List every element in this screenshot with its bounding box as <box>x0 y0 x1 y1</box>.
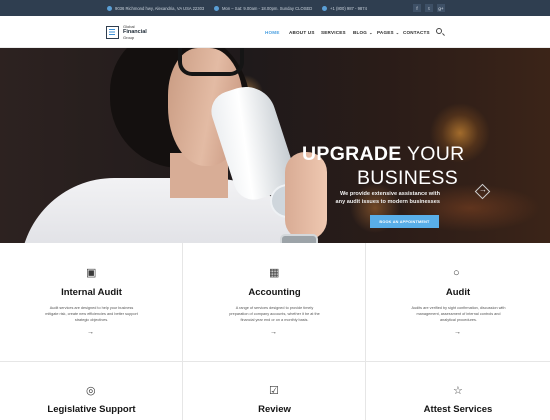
star-icon: ☆ <box>453 385 463 397</box>
service-card-review[interactable]: ☑ Review <box>183 362 366 420</box>
top-info-bar: 9036 Richmond hwy, Alexandria, VA USA 22… <box>0 0 550 16</box>
hero-photo-glasses <box>178 48 244 76</box>
nav-home[interactable]: HOME <box>265 16 280 48</box>
service-title: Audit <box>445 287 471 298</box>
location-pin-icon <box>107 5 112 11</box>
services-grid: ▣ Internal Audit Audit services are desi… <box>0 243 550 420</box>
search-icon[interactable] <box>436 28 442 34</box>
chevron-down-icon: ⌄ <box>369 29 373 35</box>
service-arrow-icon[interactable]: → <box>454 329 461 336</box>
slider-next-arrow-icon[interactable]: → <box>479 185 487 194</box>
facebook-icon[interactable]: f <box>413 4 421 12</box>
hours-item: Mon – Sat: 9.00am - 18.00pm. Sunday CLOS… <box>214 0 312 16</box>
service-card-internal-audit[interactable]: ▣ Internal Audit Audit services are desi… <box>0 243 183 362</box>
service-title: Accounting <box>248 287 301 298</box>
service-title: Legislative Support <box>47 404 136 415</box>
service-title: Review <box>258 404 291 415</box>
clipboard-check-icon: ☑ <box>269 385 279 397</box>
hero-title-line-2: BUSINESS <box>357 167 459 189</box>
google-plus-icon[interactable]: g+ <box>437 4 445 12</box>
service-description: Audits are verified by sight confirmatio… <box>411 306 506 322</box>
nav-pages-label: PAGES <box>377 29 394 35</box>
service-arrow-icon[interactable]: → <box>270 329 277 336</box>
service-title: Internal Audit <box>61 287 122 298</box>
service-arrow-icon[interactable]: → <box>87 329 94 336</box>
nav-pages[interactable]: PAGES ⌄ <box>377 16 399 48</box>
main-navbar: Global Financial Group HOME ABOUT US SER… <box>0 16 550 48</box>
service-card-legislative-support[interactable]: ◎ Legislative Support <box>0 362 183 420</box>
phone-icon <box>322 5 327 11</box>
nav-about-us[interactable]: ABOUT US <box>289 16 315 48</box>
logo-line-3: Group <box>123 35 135 40</box>
hero-title-light: YOUR <box>401 143 465 165</box>
phone-item[interactable]: +1 (800) 987 - 9874 <box>322 0 367 16</box>
service-card-audit[interactable]: ○ Audit Audits are verified by sight con… <box>366 243 550 362</box>
calculator-icon: ▦ <box>269 267 280 279</box>
magnifier-icon: ○ <box>453 267 460 279</box>
service-title: Attest Services <box>423 404 493 415</box>
address-item: 9036 Richmond hwy, Alexandria, VA USA 22… <box>107 0 204 16</box>
nav-blog-label: BLOG <box>353 29 368 35</box>
hero-subtitle: We provide extensive assistance with any… <box>335 191 440 205</box>
hero-photo-watch <box>280 234 318 243</box>
service-card-accounting[interactable]: ▦ Accounting A range of services designe… <box>183 243 366 362</box>
lifebuoy-icon: ◎ <box>86 385 96 397</box>
chevron-down-icon: ⌄ <box>395 29 400 35</box>
briefcase-icon: ▣ <box>86 267 97 279</box>
hero-title-line-1: UPGRADE YOUR <box>302 143 465 166</box>
logo-mark-icon <box>106 25 119 39</box>
nav-contacts[interactable]: CONTACTS <box>403 16 430 48</box>
book-appointment-button[interactable]: BOOK AN APPOINTMENT <box>370 215 439 228</box>
hours-text: Mon – Sat: 9.00am - 18.00pm. Sunday CLOS… <box>222 5 313 11</box>
clock-icon <box>214 5 219 11</box>
nav-blog[interactable]: BLOG ⌄ <box>353 16 373 48</box>
address-text: 9036 Richmond hwy, Alexandria, VA USA 22… <box>115 5 205 11</box>
service-description: Audit services are designed to help your… <box>45 306 138 322</box>
service-description: A range of services designed to provide … <box>229 306 320 322</box>
phone-text[interactable]: +1 (800) 987 - 9874 <box>330 6 367 11</box>
hero-banner: UPGRADE YOUR BUSINESS We provide extensi… <box>0 48 550 243</box>
logo[interactable]: Global Financial Group <box>106 24 147 40</box>
twitter-icon[interactable]: t <box>425 4 433 12</box>
service-card-attest-services[interactable]: ☆ Attest Services <box>366 362 550 420</box>
nav-services[interactable]: SERVICES <box>321 16 346 48</box>
hero-title-bold: UPGRADE <box>302 143 402 165</box>
